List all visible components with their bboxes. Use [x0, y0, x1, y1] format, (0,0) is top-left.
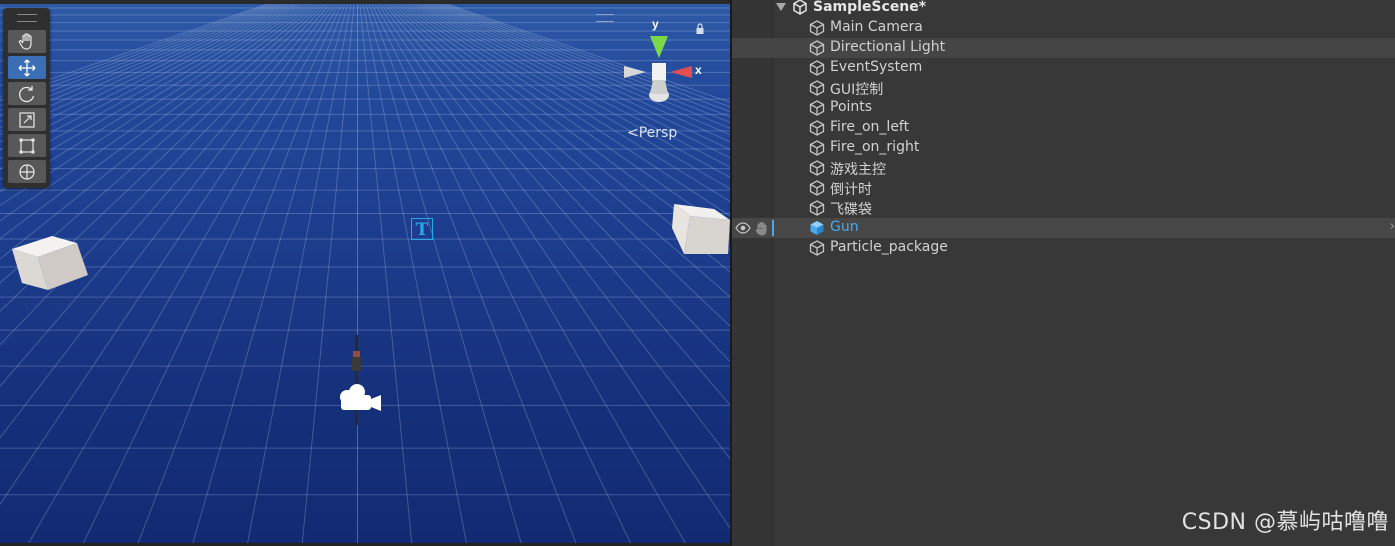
- hierarchy-item-label: Points: [830, 99, 873, 115]
- gameobject-cube-icon: [809, 140, 825, 156]
- hierarchy-item[interactable]: Fire_on_left: [732, 118, 1395, 138]
- hierarchy-item[interactable]: › Gun: [732, 218, 1395, 238]
- hierarchy-item[interactable]: 飞碟袋: [732, 198, 1395, 218]
- hierarchy-item[interactable]: 游戏主控: [732, 158, 1395, 178]
- tools-overlay: [3, 8, 50, 188]
- hierarchy-item[interactable]: EventSystem: [732, 58, 1395, 78]
- scale-tool-button[interactable]: [8, 108, 46, 131]
- gameobject-cube-icon: [809, 240, 825, 256]
- transform-tool-button[interactable]: [8, 160, 46, 183]
- gizmo-lock-icon: [697, 23, 703, 28]
- hierarchy-item-label: Fire_on_right: [830, 139, 920, 155]
- rect-tool-button[interactable]: [8, 134, 46, 157]
- hierarchy-panel: SampleScene* Main Camera Directional Ligh…: [730, 0, 1395, 546]
- visibility-eye-icon[interactable]: [735, 221, 751, 235]
- gameobject-cube-icon: [809, 160, 825, 176]
- rotate-icon: [19, 85, 35, 102]
- hierarchy-item[interactable]: Fire_on_right: [732, 138, 1395, 158]
- hierarchy-item-label: 飞碟袋: [830, 202, 872, 218]
- unity-scene-icon: [793, 0, 807, 15]
- cube-object-left[interactable]: [12, 233, 92, 291]
- hand-tool-button[interactable]: [8, 30, 46, 53]
- hierarchy-item-label: 游戏主控: [830, 162, 886, 178]
- move-tool-button[interactable]: [8, 56, 46, 79]
- gameobject-cube-icon: [809, 40, 825, 56]
- rotate-tool-button[interactable]: [8, 82, 46, 105]
- hierarchy-item[interactable]: 倒计时: [732, 178, 1395, 198]
- gameobject-cube-icon: [809, 80, 825, 96]
- scale-icon: [19, 111, 35, 128]
- projection-label: Persp: [638, 125, 678, 141]
- pickable-hand-icon[interactable]: [754, 220, 770, 236]
- scene-top-border: [0, 0, 730, 4]
- gizmo-x-cone: [670, 66, 692, 78]
- orientation-gizmo[interactable]: y x: [612, 16, 712, 106]
- rect-icon: [19, 138, 35, 153]
- gameobject-cube-icon: [809, 120, 825, 136]
- watermark: CSDN @慕屿咕噜噜: [1181, 510, 1389, 535]
- gizmo-x-label: x: [695, 63, 702, 77]
- hierarchy-item-label: Fire_on_left: [830, 119, 910, 135]
- scene-axis-line: [357, 4, 358, 544]
- scene-name: SampleScene*: [813, 0, 927, 15]
- hierarchy-item-label: 倒计时: [830, 182, 872, 198]
- gameobject-cube-icon: [809, 180, 825, 196]
- cube-object-right[interactable]: [672, 204, 730, 256]
- hierarchy-item-label: EventSystem: [830, 59, 923, 75]
- hierarchy-item-label: Gun: [830, 219, 859, 235]
- hierarchy-item[interactable]: Particle_package: [732, 238, 1395, 258]
- scene-view[interactable]: y x <Persp T: [0, 0, 730, 546]
- projection-toggle[interactable]: <Persp: [627, 125, 677, 141]
- gizmo-y-label: y: [652, 17, 659, 31]
- selection-indicator: [772, 220, 774, 236]
- gizmo-center-cube: [652, 63, 666, 81]
- chevron-right-icon[interactable]: ›: [1390, 219, 1395, 234]
- hierarchy-item-label: GUI控制: [830, 82, 884, 98]
- hierarchy-item-label: Main Camera: [830, 19, 923, 35]
- gizmo-negx-cone: [624, 66, 646, 78]
- hand-icon: [18, 32, 32, 50]
- gameobject-cube-icon: [809, 100, 825, 116]
- hierarchy-item-label: Particle_package: [830, 239, 948, 255]
- gameobject-cube-icon: [809, 20, 825, 36]
- transform-icon: [19, 163, 35, 180]
- scene-root-row[interactable]: SampleScene*: [732, 0, 1395, 18]
- gizmo-y-cone: [650, 36, 668, 58]
- gameobject-cube-icon: [809, 200, 825, 216]
- hierarchy-item[interactable]: GUI控制: [732, 78, 1395, 98]
- hierarchy-item[interactable]: Points: [732, 98, 1395, 118]
- camera-gizmo-icon[interactable]: [337, 381, 383, 415]
- toolbar-grip-icon[interactable]: [17, 14, 37, 22]
- hierarchy-item[interactable]: Directional Light: [732, 38, 1395, 58]
- hierarchy-item-label: Directional Light: [830, 39, 946, 55]
- gameobject-cube-icon: [809, 220, 825, 236]
- text-gizmo-icon[interactable]: T: [411, 218, 433, 240]
- move-icon: [18, 59, 36, 76]
- gameobject-cube-icon: [809, 60, 825, 76]
- hierarchy-item[interactable]: Main Camera: [732, 18, 1395, 38]
- expand-arrow-icon[interactable]: [776, 3, 786, 11]
